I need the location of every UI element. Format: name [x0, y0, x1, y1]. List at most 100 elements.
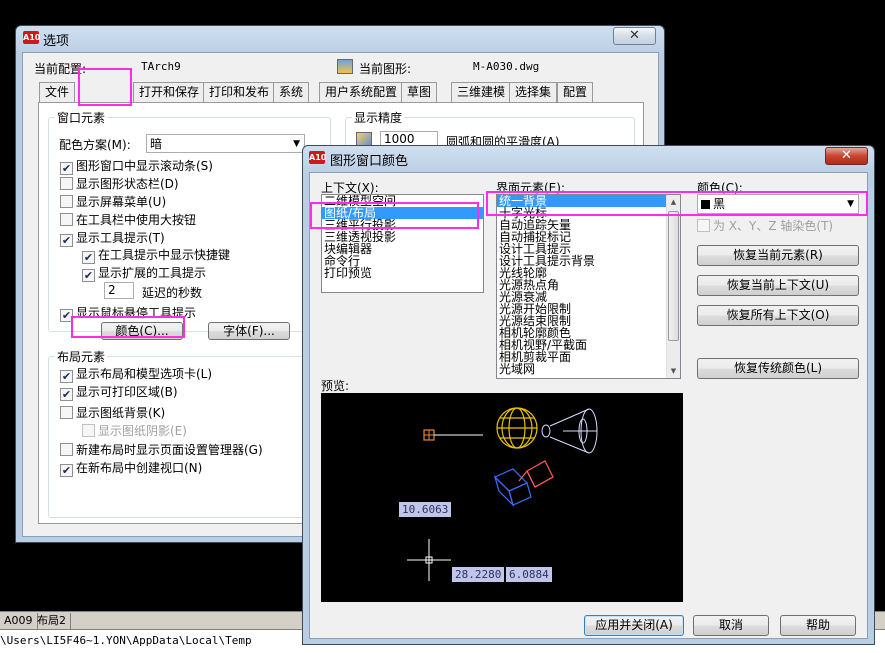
page-setup-manager-checkbox[interactable]: 新建布局时显示页面设置管理器(G): [60, 443, 263, 459]
printable-area-checkbox[interactable]: ✔ 显示可打印区域(B): [60, 385, 178, 401]
drawing-window-colors-dialog: A10 图形窗口颜色 ✕ 上下文(X): 二维模型空间 图纸/布局 三维平行投影…: [302, 145, 875, 645]
color-value: 黑: [713, 197, 726, 211]
restore-current-element-button[interactable]: 恢复当前元素(R): [697, 245, 859, 266]
tint-xyz-checkbox[interactable]: 为 X、Y、Z 轴染色(T): [697, 219, 833, 235]
window-elements-group: 窗口元素 配色方案(M): 暗 ▼ ✔ 图形窗口中显示滚动条(S) 显示图形状态栏…: [48, 109, 331, 340]
checkbox-empty-icon: [60, 177, 73, 190]
checkbox-checked-icon: ✔: [60, 370, 73, 383]
drawing-icon: [337, 59, 353, 74]
create-viewport-label: 在新布局中创建视口(N): [76, 461, 203, 475]
autocad-logo-icon: A10: [23, 31, 41, 44]
restore-all-contexts-button[interactable]: 恢复所有上下文(O): [697, 305, 859, 326]
close-icon[interactable]: ✕: [613, 27, 656, 45]
tooltips-checkbox[interactable]: ✔ 显示工具提示(T): [60, 231, 165, 247]
scrollbar-thumb[interactable]: [668, 211, 679, 341]
page-setup-manager-label: 新建布局时显示页面设置管理器(G): [76, 443, 263, 457]
checkbox-checked-icon: ✔: [60, 162, 73, 175]
close-icon[interactable]: ✕: [825, 147, 868, 165]
restore-current-context-button[interactable]: 恢复当前上下文(U): [697, 275, 859, 296]
colors-button[interactable]: 颜色(C)...: [101, 322, 183, 340]
create-viewport-checkbox[interactable]: ✔ 在新布局中创建视口(N): [60, 461, 202, 477]
scroll-up-icon[interactable]: ▲: [667, 195, 680, 209]
checkbox-checked-icon: ✔: [60, 464, 73, 477]
tab-user-preferences[interactable]: 用户系统配置: [319, 82, 404, 102]
window-elements-title: 窗口元素: [55, 109, 108, 126]
dynamic-input-coord: 28.2280: [452, 567, 505, 582]
command-line-text: \Users\LI5F46~1.YON\AppData\Local\Temp: [0, 634, 252, 647]
rollover-tooltips-checkbox[interactable]: ✔ 显示鼠标悬停工具提示: [60, 306, 196, 322]
delay-seconds-value: 2: [108, 283, 116, 297]
checkbox-empty-icon: [60, 443, 73, 456]
color-swatch-icon: [701, 200, 710, 209]
layout-tab-layout2[interactable]: 布局2: [33, 613, 71, 629]
interface-element-listbox[interactable]: 统一背景 十字光标 自动追踪矢量 自动捕捉标记 设计工具提示 设计工具提示背景 …: [496, 194, 681, 379]
status-bar-checkbox[interactable]: 显示图形状态栏(D): [60, 177, 179, 193]
list-item[interactable]: 光域网: [497, 363, 680, 375]
delay-seconds-input[interactable]: 2: [104, 282, 134, 299]
color-scheme-value: 暗: [150, 137, 163, 151]
preview-label: 预览:: [321, 379, 350, 393]
arc-smoothness-icon: [356, 132, 372, 146]
options-title: 选项: [43, 34, 70, 49]
help-button[interactable]: 帮助: [780, 615, 856, 636]
apply-close-button[interactable]: 应用并关闭(A): [584, 615, 684, 636]
delay-seconds-label: 延迟的秒数: [142, 286, 203, 300]
scroll-down-icon[interactable]: ▼: [667, 364, 680, 378]
tab-drafting[interactable]: 草图: [401, 82, 438, 102]
color-select[interactable]: 黑 ▼: [697, 194, 859, 214]
checkbox-empty-icon: [697, 219, 710, 232]
tab-3d-modeling[interactable]: 三维建模: [451, 82, 512, 102]
tab-files[interactable]: 文件: [39, 82, 76, 102]
context-listbox[interactable]: 二维模型空间 图纸/布局 三维平行投影 三维透视投影 块编辑器 命令行 打印预览: [321, 194, 484, 293]
checkbox-checked-icon: ✔: [60, 234, 73, 247]
tab-plot-publish[interactable]: 打印和发布: [203, 82, 276, 102]
color-scheme-label: 配色方案(M):: [59, 138, 131, 152]
restore-classic-colors-button[interactable]: 恢复传统颜色(L): [697, 358, 859, 379]
dynamic-input-coord: 10.6063: [399, 502, 452, 517]
layout-elements-group: 布局元素 ✔ 显示布局和模型选项卡(L) ✔ 显示可打印区域(B) 显示图纸背景(K…: [48, 348, 331, 518]
tab-selection[interactable]: 选择集: [509, 82, 558, 102]
screen-menu-checkbox[interactable]: 显示屏幕菜单(U): [60, 195, 166, 211]
paper-background-checkbox[interactable]: 显示图纸背景(K): [60, 406, 165, 422]
screen-menu-label: 显示屏幕菜单(U): [76, 195, 167, 209]
point-light-icon: [496, 407, 538, 449]
scrollbars-label: 图形窗口中显示滚动条(S): [76, 159, 213, 173]
element-list-scrollbar[interactable]: ▲ ▼: [666, 195, 680, 378]
preview-canvas: 10.6063 28.2280 6.0884: [321, 393, 683, 602]
ucs-marker-icon: [423, 429, 483, 441]
fonts-button[interactable]: 字体(F)...: [208, 322, 290, 340]
shortcut-tooltips-checkbox[interactable]: ✔ 在工具提示中显示快捷键: [82, 248, 230, 264]
color-scheme-select[interactable]: 暗 ▼: [146, 134, 305, 153]
shortcut-tooltips-label: 在工具提示中显示快捷键: [98, 248, 231, 262]
printable-area-label: 显示可打印区域(B): [76, 385, 178, 399]
tab-system[interactable]: 系统: [273, 82, 310, 102]
scrollbars-checkbox[interactable]: ✔ 图形窗口中显示滚动条(S): [60, 159, 213, 175]
extended-tooltips-checkbox[interactable]: ✔ 显示扩展的工具提示: [82, 266, 206, 282]
large-buttons-checkbox[interactable]: 在工具栏中使用大按钮: [60, 213, 196, 229]
tab-open-save[interactable]: 打开和保存: [133, 82, 206, 102]
layout-tabs-label: 显示布局和模型选项卡(L): [76, 367, 213, 381]
large-buttons-label: 在工具栏中使用大按钮: [76, 213, 197, 227]
checkbox-checked-icon: ✔: [60, 309, 73, 322]
tab-profiles[interactable]: 配置: [557, 82, 594, 102]
layout-tabs-checkbox[interactable]: ✔ 显示布局和模型选项卡(L): [60, 367, 212, 383]
tooltips-label: 显示工具提示(T): [76, 231, 165, 245]
chevron-down-icon: ▼: [293, 139, 300, 149]
colors-client: 上下文(X): 二维模型空间 图纸/布局 三维平行投影 三维透视投影 块编辑器 …: [309, 172, 868, 639]
layout-tab-a009[interactable]: A009: [0, 613, 38, 629]
spotlight-icon: [541, 408, 598, 454]
tint-xyz-label: 为 X、Y、Z 轴染色(T): [713, 219, 834, 233]
checkbox-empty-icon: [82, 424, 95, 437]
current-drawing-label: 当前图形:: [359, 62, 412, 76]
paper-shadow-checkbox[interactable]: 显示图纸阴影(E): [82, 424, 187, 440]
current-drawing-value: M-A030.dwg: [473, 60, 540, 73]
layout-elements-title: 布局元素: [55, 348, 108, 365]
extended-tooltips-label: 显示扩展的工具提示: [98, 266, 207, 280]
current-profile-value: TArch9: [141, 60, 181, 73]
checkbox-checked-icon: ✔: [82, 269, 95, 282]
current-profile-label: 当前配置:: [34, 62, 87, 76]
camera-icon: [493, 460, 554, 508]
list-item[interactable]: 打印预览: [322, 267, 483, 279]
autocad-logo-icon: A10: [309, 151, 327, 164]
cancel-button[interactable]: 取消: [693, 615, 769, 636]
